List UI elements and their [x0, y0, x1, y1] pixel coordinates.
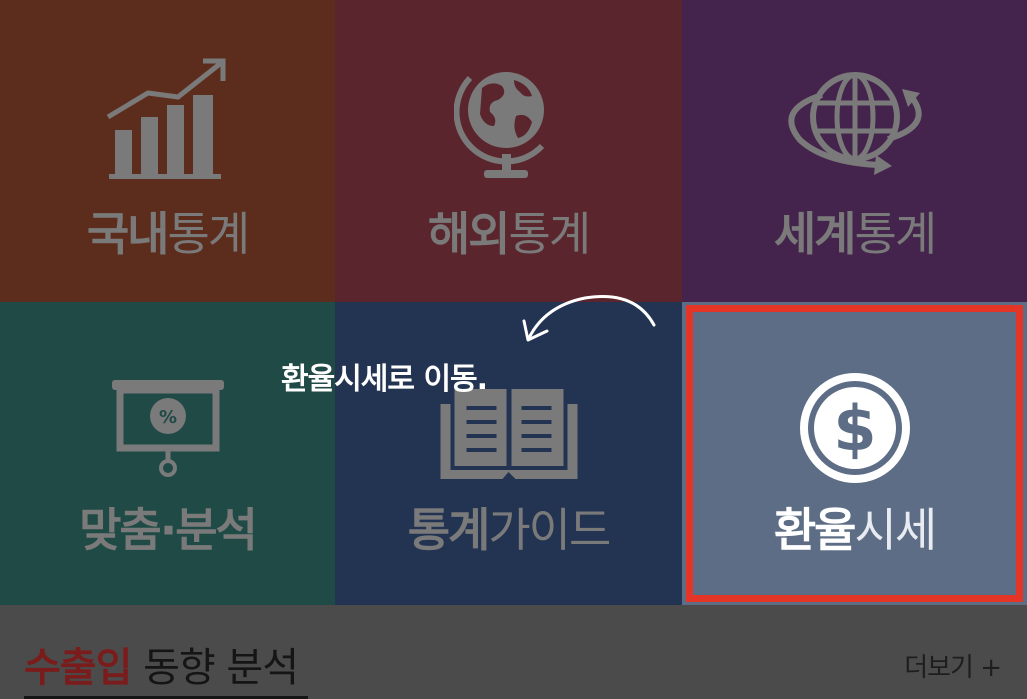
- globe-stand-icon: [453, 72, 544, 178]
- svg-text:$: $: [833, 392, 876, 465]
- tile-label-guide: 통계가이드: [407, 503, 612, 557]
- curved-arrow-icon: [522, 295, 656, 342]
- menu-tile-exchange-rate[interactable]: $ 환율시세: [682, 302, 1027, 605]
- menu-tile-domestic-stats[interactable]: 국내통계: [0, 0, 335, 302]
- open-book-icon: [440, 389, 577, 479]
- annotation-text: 환율시세로 이동.: [281, 362, 488, 397]
- tile-label-world: 세계통계: [773, 207, 937, 261]
- globe-arrows-icon: [787, 72, 922, 175]
- tile-label-exchange: 환율시세: [773, 503, 937, 557]
- menu-tile-custom-analysis[interactable]: % 맞춤·분석: [0, 302, 335, 605]
- more-link[interactable]: 더보기 +: [904, 647, 1002, 684]
- tile-label-custom: 맞춤·분석: [79, 503, 258, 557]
- tile-label-domestic: 국내통계: [86, 207, 250, 261]
- section-title: 수출입 동향 분석: [24, 645, 299, 691]
- tile-label-overseas: 해외통계: [427, 207, 591, 261]
- dollar-coin-icon: $: [799, 373, 910, 483]
- menu-tile-world-stats[interactable]: 세계통계: [682, 0, 1027, 302]
- bar-chart-trend-icon: [106, 58, 225, 179]
- svg-text:%: %: [158, 407, 176, 428]
- presentation-percent-icon: %: [111, 380, 224, 477]
- trade-trend-section-header: 수출입 동향 분석 더보기 +: [0, 605, 1027, 699]
- menu-tile-overseas-stats[interactable]: 해외통계: [335, 0, 682, 302]
